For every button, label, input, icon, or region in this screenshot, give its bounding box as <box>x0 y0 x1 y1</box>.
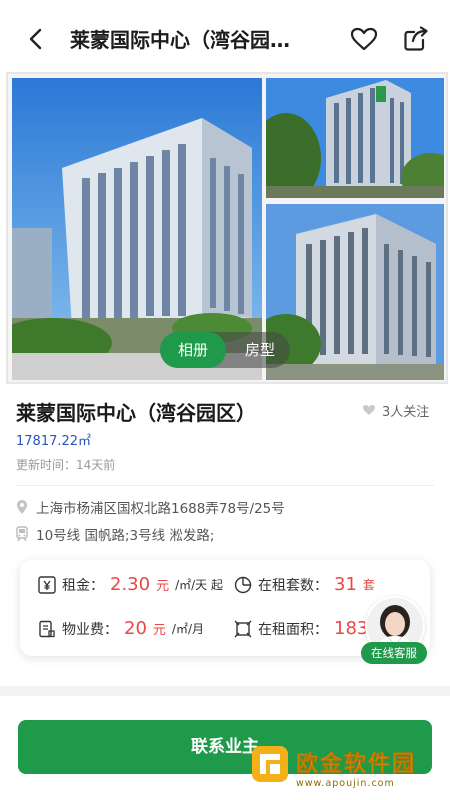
subway-text: 10号线 国帆路;3号线 淞发路; <box>36 528 215 544</box>
top-bar: 莱蒙国际中心（湾谷园… <box>0 0 450 76</box>
rent-value: 2.30 <box>110 574 151 595</box>
section-divider <box>0 686 450 696</box>
property-fee-label: 物业费： <box>62 621 118 638</box>
subway-row: 10号线 国帆路;3号线 淞发路; <box>16 524 214 544</box>
stat-property-fee: 物业费： 20 元 /㎡/月 <box>38 618 204 639</box>
yen-icon <box>38 575 56 594</box>
address-row[interactable]: 上海市杨浦区国权北路1688弄78号/25号 <box>16 497 285 517</box>
stat-rent: 租金： 2.30 元 /㎡/天 起 <box>38 574 223 595</box>
available-units-label: 在租套数： <box>258 577 328 594</box>
address-text: 上海市杨浦区国权北路1688弄78号/25号 <box>36 501 285 517</box>
property-area: 17817.22㎡ <box>16 434 92 449</box>
watermark-logo-icon <box>252 746 288 782</box>
gallery-tab-switcher: 相册 房型 <box>160 332 290 368</box>
share-icon <box>404 26 428 51</box>
photo-gallery[interactable]: 相册 房型 <box>6 72 448 384</box>
back-button[interactable] <box>20 24 50 54</box>
gallery-photo-tertiary[interactable] <box>266 204 444 380</box>
available-units-value: 31 <box>334 574 357 595</box>
divider <box>16 485 434 486</box>
property-fee-unit: /㎡/月 <box>171 622 205 636</box>
watermark-url: www.apoujin.com <box>296 778 395 789</box>
watermark: 欧金软件园 www.apoujin.com <box>250 742 446 798</box>
area-frame-icon <box>234 620 252 637</box>
property-name: 莱蒙国际中心（湾谷园区） <box>16 401 256 425</box>
property-fee-value: 20 <box>124 618 147 639</box>
location-pin-icon <box>17 500 27 514</box>
heart-icon <box>363 405 375 415</box>
subway-icon <box>16 526 28 542</box>
page-title: 莱蒙国际中心（湾谷园… <box>70 28 290 52</box>
tab-floor-plan[interactable]: 房型 <box>230 332 290 368</box>
customer-service-button[interactable]: 在线客服 <box>361 642 427 664</box>
rent-unit: /㎡/天 起 <box>175 578 223 592</box>
rent-label: 租金： <box>62 577 104 594</box>
follow-count-label: 3人关注 <box>382 404 430 420</box>
property-fee-unit-yuan: 元 <box>152 623 166 638</box>
document-icon <box>39 620 55 637</box>
favorite-button[interactable] <box>348 24 380 54</box>
share-button[interactable] <box>400 24 432 54</box>
stat-available-area: 在租面积： 1835 <box>234 618 380 639</box>
stat-available-units: 在租套数： 31 套 <box>234 574 375 595</box>
update-time: 更新时间：14天前 <box>16 458 116 472</box>
pie-chart-icon <box>234 576 252 593</box>
rent-unit-yuan: 元 <box>156 579 170 594</box>
watermark-text: 欧金软件园 <box>296 752 417 778</box>
follow-count[interactable]: 3人关注 <box>362 400 442 420</box>
available-area-label: 在租面积： <box>258 621 328 638</box>
available-units-unit: 套 <box>362 578 375 592</box>
heart-outline-icon <box>350 27 378 51</box>
gallery-photo-secondary[interactable] <box>266 78 444 198</box>
chevron-left-icon <box>29 28 42 50</box>
tab-album[interactable]: 相册 <box>160 332 226 368</box>
